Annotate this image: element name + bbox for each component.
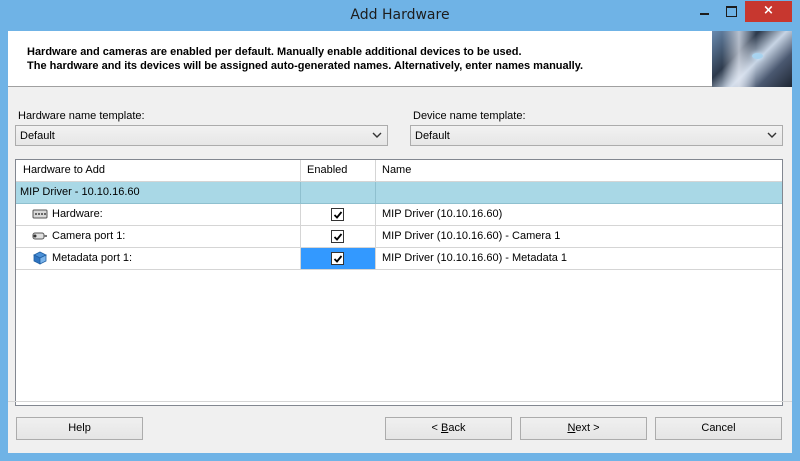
name-cell[interactable]: MIP Driver (10.10.16.60) - Camera 1: [376, 226, 782, 248]
group-name-cell: [376, 182, 782, 204]
name-cell[interactable]: MIP Driver (10.10.16.60) - Metadata 1: [376, 248, 782, 270]
close-icon: ×: [763, 3, 774, 18]
enabled-cell[interactable]: [301, 226, 376, 248]
enabled-checkbox[interactable]: [331, 252, 344, 265]
column-header-name[interactable]: Name: [376, 160, 782, 182]
chevron-down-icon: [372, 132, 382, 138]
table-row[interactable]: Camera port 1: MIP Driver (10.10.16.60) …: [16, 226, 782, 248]
row-label-cell: Hardware:: [16, 204, 301, 226]
hardware-template-value: Default: [20, 130, 55, 142]
back-prefix: <: [431, 422, 441, 434]
back-button[interactable]: < Back: [385, 417, 512, 440]
add-hardware-window: Add Hardware × Hardware and cameras are …: [0, 0, 800, 461]
metadata-icon: [33, 251, 47, 265]
dialog-body: Hardware and cameras are enabled per def…: [8, 31, 792, 453]
device-template-select[interactable]: Default: [410, 125, 783, 146]
back-rest: ack: [448, 422, 466, 434]
camera-icon: [32, 232, 47, 240]
enabled-checkbox[interactable]: [331, 230, 344, 243]
close-button[interactable]: ×: [745, 1, 792, 22]
window-title: Add Hardware: [350, 7, 450, 23]
row-label-cell: Camera port 1:: [16, 226, 301, 248]
group-label: MIP Driver - 10.10.16.60: [16, 182, 301, 204]
table-row[interactable]: Metadata port 1: MIP Driver (10.10.16.60…: [16, 248, 782, 270]
grid-header-row: Hardware to Add Enabled Name: [16, 160, 782, 182]
enabled-checkbox[interactable]: [331, 208, 344, 221]
hardware-template-label: Hardware name template:: [18, 110, 145, 122]
checkmark-icon: [333, 211, 343, 219]
help-button[interactable]: Help: [16, 417, 143, 440]
title-bar[interactable]: Add Hardware ×: [0, 0, 800, 31]
device-template-label: Device name template:: [413, 110, 526, 122]
info-banner: Hardware and cameras are enabled per def…: [8, 31, 792, 87]
banner-line-2: The hardware and its devices will be ass…: [27, 60, 584, 72]
column-header-enabled[interactable]: Enabled: [301, 160, 376, 182]
device-template-value: Default: [415, 130, 450, 142]
maximize-button[interactable]: [718, 1, 744, 22]
enabled-cell-selected[interactable]: [301, 248, 376, 270]
row-label: Metadata port 1:: [52, 252, 133, 264]
hardware-template-select[interactable]: Default: [15, 125, 388, 146]
table-row[interactable]: Hardware: MIP Driver (10.10.16.60): [16, 204, 782, 226]
group-enabled-cell: [301, 182, 376, 204]
row-label: Hardware:: [52, 208, 103, 220]
row-label: Camera port 1:: [52, 230, 126, 242]
wolf-eye-graphic: [752, 53, 763, 59]
hardware-grid[interactable]: Hardware to Add Enabled Name MIP Driver …: [15, 159, 783, 406]
footer-divider: [8, 401, 792, 402]
hardware-icon: [32, 209, 48, 219]
banner-text: Hardware and cameras are enabled per def…: [27, 45, 583, 73]
checkmark-icon: [333, 233, 343, 241]
row-label-cell: Metadata port 1:: [16, 248, 301, 270]
cancel-button[interactable]: Cancel: [655, 417, 782, 440]
banner-line-1: Hardware and cameras are enabled per def…: [27, 46, 522, 58]
help-button-label: Help: [68, 422, 91, 434]
wolf-logo-image: [712, 31, 792, 87]
next-button[interactable]: Next >: [520, 417, 647, 440]
enabled-cell[interactable]: [301, 204, 376, 226]
minimize-button[interactable]: [691, 1, 718, 22]
next-rest: ext >: [575, 422, 600, 434]
checkmark-icon: [333, 255, 343, 263]
wolf-fur-graphic: [722, 31, 756, 87]
group-row[interactable]: MIP Driver - 10.10.16.60: [16, 182, 782, 204]
column-header-hardware[interactable]: Hardware to Add: [16, 160, 301, 182]
name-cell[interactable]: MIP Driver (10.10.16.60): [376, 204, 782, 226]
chevron-down-icon: [767, 132, 777, 138]
cancel-button-label: Cancel: [701, 422, 736, 434]
